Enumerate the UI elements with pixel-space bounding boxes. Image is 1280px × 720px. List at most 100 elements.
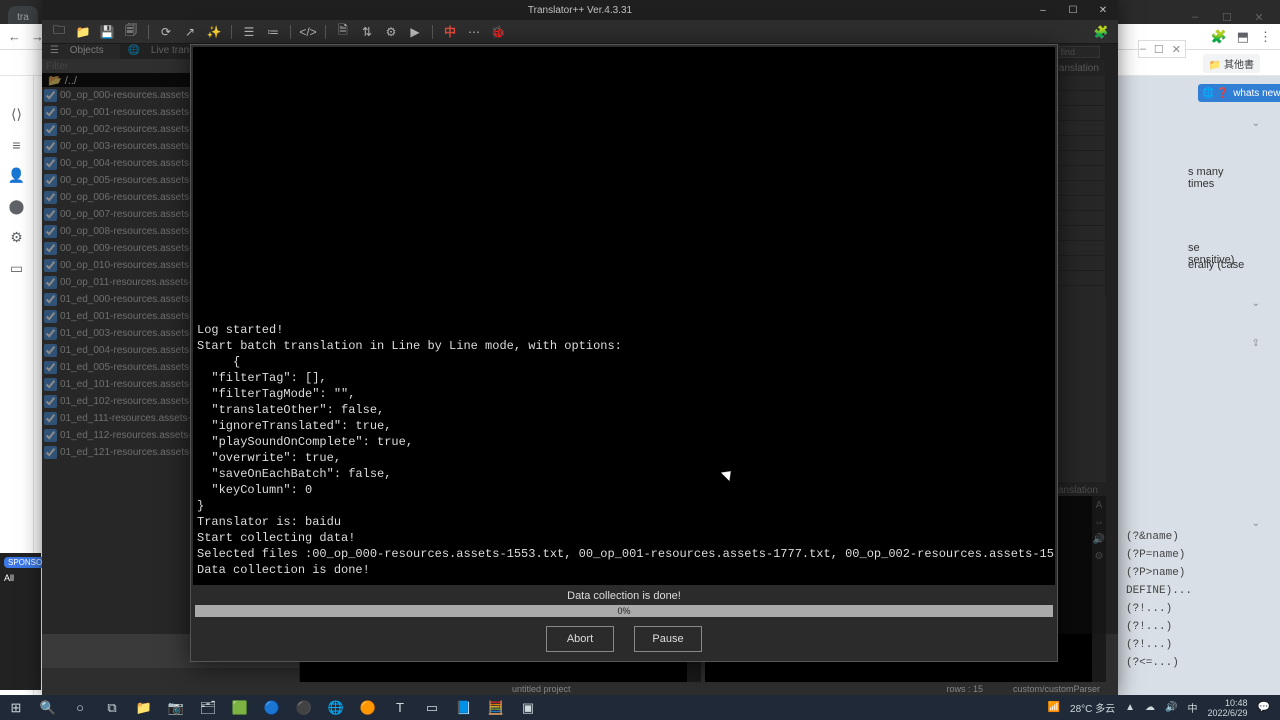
max-button[interactable]: ☐ <box>1058 0 1088 20</box>
list2-icon[interactable]: ≔ <box>262 22 284 42</box>
tree-check[interactable] <box>44 276 57 289</box>
tree-check[interactable] <box>44 361 57 374</box>
ext-icon[interactable]: 🧩 <box>1211 29 1227 45</box>
tree-check[interactable] <box>44 225 57 238</box>
tree-check[interactable] <box>44 344 57 357</box>
taskbar-app[interactable]: ⧉ <box>96 695 128 720</box>
ext-icon-2[interactable]: ⬒ <box>1237 29 1249 45</box>
taskbar-app[interactable]: T <box>384 695 416 720</box>
wand-icon[interactable]: ✨ <box>203 22 225 42</box>
taskbar-app[interactable]: 📷 <box>160 695 192 720</box>
code-icon[interactable]: </> <box>297 22 319 42</box>
tree-check[interactable] <box>44 395 57 408</box>
taskbar: ⊞🔍○⧉📁📷🗂🟩🔵⚫🌐🟠T▭📘🧮▣ 📶 28°C 多云 ▲ ☁ 🔊 中 10:4… <box>0 695 1280 720</box>
pause-button[interactable]: Pause <box>634 626 702 652</box>
tree-check[interactable] <box>44 208 57 221</box>
sponsor-block: SPONSO All <box>0 553 41 690</box>
tray-icon[interactable]: ☁ <box>1145 702 1155 713</box>
bg-text: s many times <box>1188 166 1246 190</box>
doc-icon[interactable]: ▭ <box>10 260 23 277</box>
taskbar-app[interactable]: 🟩 <box>224 695 256 720</box>
chevron-down-icon[interactable]: ⌄ <box>1252 298 1260 309</box>
more-icon[interactable]: ⋮ <box>1259 29 1272 45</box>
other-folder[interactable]: 📁 其他書 <box>1203 54 1260 73</box>
taskbar-app[interactable]: 🔍 <box>32 695 64 720</box>
whatsnew-button[interactable]: ❓ whats new? <box>1213 84 1280 102</box>
close-button[interactable]: ✕ <box>1088 0 1118 20</box>
option-icon[interactable]: ⋯ <box>463 22 485 42</box>
tray-icon[interactable]: ▲ <box>1125 702 1135 713</box>
share-icon[interactable]: ⇪ <box>1252 338 1260 349</box>
plugin-icon[interactable]: 🧩 <box>1090 22 1112 42</box>
main-toolbar: 🗀 📁 💾 🗐 ⟳ ↗ ✨ ☰ ≔ </> 🗎 ⇅ ⚙ ▶ 中 ⋯ 🐞 🧩 <box>42 20 1118 44</box>
app-window: Translator++ Ver.4.3.31 – ☐ ✕ 🗀 📁 💾 🗐 ⟳ … <box>42 0 1118 696</box>
code-icon[interactable]: ⟨⟩ <box>11 106 22 123</box>
taskbar-app[interactable]: 🧮 <box>480 695 512 720</box>
chevron-down-icon[interactable]: ⌄ <box>1252 118 1260 129</box>
min-button[interactable]: – <box>1028 0 1058 20</box>
tree-check[interactable] <box>44 327 57 340</box>
bars-icon[interactable]: ≡ <box>12 137 20 153</box>
titlebar: Translator++ Ver.4.3.31 – ☐ ✕ <box>42 0 1118 20</box>
progress-bar: 0% <box>195 605 1053 617</box>
tree-check[interactable] <box>44 123 57 136</box>
tab-objects[interactable]: ☰ Objects <box>42 44 120 59</box>
refresh-icon[interactable]: ⟳ <box>155 22 177 42</box>
tree-check[interactable] <box>44 293 57 306</box>
taskbar-app[interactable]: 🗂 <box>192 695 224 720</box>
taskbar-app[interactable]: 📁 <box>128 695 160 720</box>
sort-icon[interactable]: ⇅ <box>356 22 378 42</box>
taskbar-app[interactable]: ⚫ <box>288 695 320 720</box>
play-icon[interactable]: ▶ <box>404 22 426 42</box>
open-icon[interactable]: 📁 <box>72 22 94 42</box>
clock[interactable]: 10:482022/6/29 <box>1208 698 1248 718</box>
taskbar-app[interactable]: 📘 <box>448 695 480 720</box>
tree-check[interactable] <box>44 310 57 323</box>
taskbar-app[interactable]: ▣ <box>512 695 544 720</box>
flag-icon[interactable]: 中 <box>439 22 461 42</box>
ime-icon[interactable]: 中 <box>1188 700 1198 715</box>
tree-check[interactable] <box>44 429 57 442</box>
tree-check[interactable] <box>44 412 57 425</box>
scrollbar[interactable] <box>1106 44 1118 682</box>
taskbar-app[interactable]: 🌐 <box>320 695 352 720</box>
tree-check[interactable] <box>44 378 57 391</box>
taskbar-app[interactable]: 🟠 <box>352 695 384 720</box>
taskbar-app[interactable]: ⊞ <box>0 695 32 720</box>
log-status: Data collection is done! <box>191 587 1057 605</box>
taskbar-app[interactable]: 🔵 <box>256 695 288 720</box>
save-icon[interactable]: 💾 <box>96 22 118 42</box>
file-icon[interactable]: 🗎 <box>332 22 354 42</box>
tree-check[interactable] <box>44 140 57 153</box>
user-icon[interactable]: 👤 <box>8 167 25 184</box>
tree-check[interactable] <box>44 89 57 102</box>
back-icon[interactable]: ← <box>8 29 21 44</box>
batch-log-dialog: Log started! Start batch translation in … <box>190 44 1058 662</box>
abort-button[interactable]: Abort <box>546 626 614 652</box>
tree-check[interactable] <box>44 174 57 187</box>
tray-icon[interactable]: 🔊 <box>1165 702 1177 713</box>
tree-check[interactable] <box>44 191 57 204</box>
notif-icon[interactable]: 💬 <box>1258 702 1270 713</box>
tray-icon[interactable]: 📶 <box>1048 702 1060 713</box>
secondary-window-ctrl: –☐✕ <box>1138 40 1186 58</box>
video-icon[interactable]: ⬤ <box>9 198 25 215</box>
weather[interactable]: 28°C 多云 <box>1070 700 1115 715</box>
new-icon[interactable]: 🗀 <box>48 22 70 42</box>
statusbar: untitled project rows : 15 custom/custom… <box>42 682 1118 696</box>
gear-icon[interactable]: ⚙ <box>10 229 23 246</box>
tree-check[interactable] <box>44 242 57 255</box>
gear-icon[interactable]: ⚙ <box>380 22 402 42</box>
taskbar-app[interactable]: ○ <box>64 695 96 720</box>
tree-check[interactable] <box>44 106 57 119</box>
tree-check[interactable] <box>44 259 57 272</box>
bug-icon[interactable]: 🐞 <box>487 22 509 42</box>
list-icon[interactable]: ☰ <box>238 22 260 42</box>
tree-check[interactable] <box>44 446 57 459</box>
saveall-icon[interactable]: 🗐 <box>120 22 142 42</box>
tree-check[interactable] <box>44 157 57 170</box>
chevron-down-icon[interactable]: ⌄ <box>1252 518 1260 529</box>
bg-text: erally (case <box>1188 259 1246 271</box>
export-icon[interactable]: ↗ <box>179 22 201 42</box>
taskbar-app[interactable]: ▭ <box>416 695 448 720</box>
